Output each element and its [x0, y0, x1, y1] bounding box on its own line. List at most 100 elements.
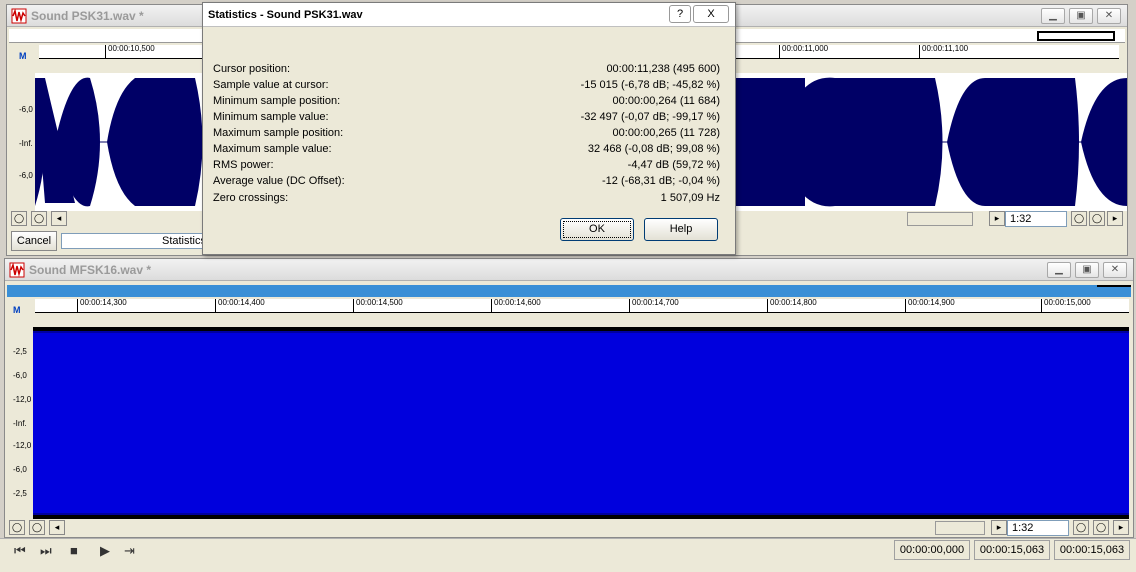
minimize-icon[interactable]: ▁	[1041, 8, 1065, 24]
stat-label: Maximum sample position:	[213, 127, 344, 139]
stat-value: 00:00:11,238 (495 600)	[606, 63, 720, 75]
close-icon[interactable]: ✕	[1097, 8, 1121, 24]
zoom-out-icon[interactable]: ◯	[1093, 520, 1109, 535]
scroll-right-icon[interactable]: ▸	[1113, 520, 1129, 535]
dialog-title[interactable]: Statistics - Sound PSK31.wav	[203, 3, 735, 27]
stat-label: Average value (DC Offset):	[213, 175, 345, 187]
y-label: -6,0	[19, 105, 33, 114]
ruler-tick: 00:00:11,100	[919, 45, 968, 58]
help-button[interactable]: Help	[644, 218, 718, 241]
stat-label: Minimum sample value:	[213, 111, 329, 123]
stat-row: Maximum sample value: 32 468 (-0,08 dB; 9…	[213, 141, 720, 157]
meter-icon[interactable]: M	[19, 51, 37, 67]
ruler-tick: 00:00:14,900	[905, 299, 955, 312]
stat-value: 1 507,09 Hz	[660, 192, 720, 204]
ok-button[interactable]: OK	[560, 218, 634, 241]
stat-label: RMS power:	[213, 159, 274, 171]
mfsk16-title: Sound MFSK16.wav *	[29, 262, 152, 277]
selection-end-field[interactable]: 00:00:15,063	[974, 540, 1050, 560]
minimize-icon[interactable]: ▁	[1047, 262, 1071, 278]
ruler-tick: 00:00:14,800	[767, 299, 817, 312]
ruler-tick: 00:00:14,600	[491, 299, 541, 312]
ruler-tick: 00:00:14,400	[215, 299, 265, 312]
stat-row: Minimum sample value: -32 497 (-0,07 dB; …	[213, 109, 720, 125]
y-label: -6,0	[13, 371, 27, 380]
psk31-scrollbar-thumb[interactable]	[907, 212, 973, 226]
zoom-in-icon[interactable]: ◯	[1071, 211, 1087, 226]
stat-value: 00:00:00,265 (11 728)	[612, 127, 720, 139]
ruler-tick: 00:00:14,300	[77, 299, 127, 312]
ruler-tick: 00:00:14,700	[629, 299, 679, 312]
selection-start-field[interactable]: 00:00:00,000	[894, 540, 970, 560]
mfsk16-scrollbar-thumb[interactable]	[935, 521, 985, 535]
scroll-left-icon[interactable]: ◂	[51, 211, 67, 226]
restore-icon[interactable]: ▣	[1075, 262, 1099, 278]
mfsk16-ruler[interactable]: 00:00:14,300 00:00:14,400 00:00:14,500 0…	[35, 299, 1129, 313]
stat-row: Minimum sample position: 00:00:00,264 (11…	[213, 93, 720, 109]
stat-row: Zero crossings: 1 507,09 Hz	[213, 190, 720, 206]
stat-row: Maximum sample position: 00:00:00,265 (11…	[213, 125, 720, 141]
stat-value: -12 (-68,31 dB; -0,04 %)	[601, 175, 720, 187]
zoom-out-icon[interactable]: ◯	[29, 520, 45, 535]
stat-row: RMS power: -4,47 dB (59,72 %)	[213, 157, 720, 173]
dialog-close-icon[interactable]: X	[693, 5, 729, 23]
restore-icon[interactable]: ▣	[1069, 8, 1093, 24]
stat-label: Zero crossings:	[213, 192, 289, 204]
stat-label: Cursor position:	[213, 63, 291, 75]
y-label: -2,5	[13, 347, 27, 356]
stat-value: -32 497 (-0,07 dB; -99,17 %)	[580, 111, 720, 123]
y-label: -12,0	[13, 395, 32, 404]
stat-value: 32 468 (-0,08 dB; 99,08 %)	[587, 143, 720, 155]
scroll-left-icon[interactable]: ◂	[49, 520, 65, 535]
mfsk16-titlebar[interactable]: Sound MFSK16.wav * ▁ ▣ ✕	[5, 259, 1133, 281]
close-icon[interactable]: ✕	[1103, 262, 1127, 278]
y-label: -6,0	[13, 465, 27, 474]
mfsk16-overview-bar[interactable]	[7, 285, 1131, 297]
y-label: -12,0	[13, 441, 32, 450]
y-label: -Inf.	[19, 139, 33, 148]
mfsk16-zoom-field[interactable]: 1:32	[1007, 520, 1069, 536]
ruler-tick: 00:00:14,500	[353, 299, 403, 312]
zoom-in-icon[interactable]: ◯	[1073, 520, 1089, 535]
scroll-right-icon[interactable]: ▸	[1107, 211, 1123, 226]
wave-app-icon	[11, 7, 27, 23]
zoom-out-icon[interactable]: ◯	[31, 211, 47, 226]
play-icon[interactable]: ▶	[100, 543, 110, 559]
go-end-icon[interactable]: ⏭	[40, 543, 52, 559]
stat-value: -15 015 (-6,78 dB; -45,82 %)	[580, 79, 720, 91]
stat-label: Maximum sample value:	[213, 143, 332, 155]
stat-row: Sample value at cursor: -15 015 (-6,78 dB…	[213, 77, 720, 93]
stat-label: Sample value at cursor:	[213, 79, 329, 91]
scroll-right-icon[interactable]: ▸	[991, 520, 1007, 535]
meter-icon[interactable]: M	[13, 305, 31, 321]
status-text: Statistics	[161, 235, 206, 247]
stop-icon[interactable]: ■	[70, 543, 78, 558]
stat-row: Cursor position: 00:00:11,238 (495 600)	[213, 61, 720, 77]
stat-value: -4,47 dB (59,72 %)	[627, 159, 720, 171]
y-label: -Inf.	[13, 419, 27, 428]
go-start-icon[interactable]: ⏮	[14, 543, 26, 559]
selection-length-field[interactable]: 00:00:15,063	[1054, 540, 1130, 560]
psk31-title: Sound PSK31.wav *	[31, 8, 144, 23]
mfsk16-waveform[interactable]	[33, 327, 1129, 519]
stat-row: Average value (DC Offset): -12 (-68,31 dB…	[213, 173, 720, 189]
status-field: Statistics	[61, 233, 211, 249]
play-looped-icon[interactable]: ⇥	[124, 543, 135, 559]
stat-value: 00:00:00,264 (11 684)	[612, 95, 720, 107]
dialog-help-icon[interactable]: ?	[669, 5, 691, 23]
scroll-right-icon[interactable]: ▸	[989, 211, 1005, 226]
stat-label: Minimum sample position:	[213, 95, 341, 107]
ruler-tick: 00:00:11,000	[779, 45, 828, 58]
statistics-dialog: Statistics - Sound PSK31.wav ? X Cursor …	[202, 2, 736, 255]
zoom-in-icon[interactable]: ◯	[9, 520, 25, 535]
zoom-out-icon[interactable]: ◯	[1089, 211, 1105, 226]
cancel-button[interactable]: Cancel	[11, 231, 57, 251]
ruler-tick: 00:00:10,500	[105, 45, 155, 58]
ruler-tick: 00:00:15,000	[1041, 299, 1091, 312]
wave-app-icon	[9, 261, 25, 277]
psk31-zoom-field[interactable]: 1:32	[1005, 211, 1067, 227]
y-label: -2,5	[13, 489, 27, 498]
zoom-in-icon[interactable]: ◯	[11, 211, 27, 226]
y-label: -6,0	[19, 171, 33, 180]
mfsk16-window: Sound MFSK16.wav * ▁ ▣ ✕ M 00:00:14,300 …	[4, 258, 1134, 538]
